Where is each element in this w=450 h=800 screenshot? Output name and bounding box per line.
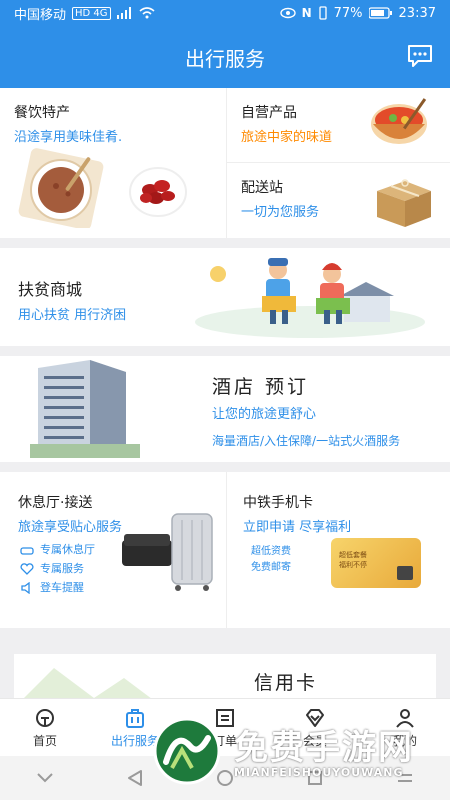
poverty-mall-card[interactable]: 扶贫商城 用心扶贫 用行济困 xyxy=(0,248,450,346)
network-label: HD 4G xyxy=(72,6,111,20)
sim-card-line: 超低套餐 xyxy=(339,551,367,559)
food-specialty-card[interactable]: 餐饮特产 沿途享用美味佳肴. xyxy=(0,88,226,238)
home-icon xyxy=(36,709,54,727)
delivery-title: 配送站 xyxy=(241,180,283,196)
watermark-text: 免费手游网 xyxy=(234,728,414,768)
sim-card-image: 超低套餐 福利不停 xyxy=(331,538,421,588)
hotel-description: 海量酒店/入住保障/一站式火酒服务 xyxy=(212,434,401,448)
eye-icon xyxy=(279,7,296,19)
nfc-icon: N xyxy=(301,6,312,20)
self-product-card[interactable]: 自营产品 旅途中家的味道 xyxy=(227,88,450,163)
jujube-image xyxy=(129,167,187,217)
credit-card-title: 信用卡 xyxy=(254,672,318,694)
phone-card-tag: 超低资费 xyxy=(251,546,291,557)
nav-home[interactable]: 首页 xyxy=(0,699,90,757)
lounge-title: 休息厅·接送 xyxy=(18,495,93,511)
sim-chip xyxy=(397,566,413,580)
hotel-building-image xyxy=(30,360,140,458)
message-icon[interactable] xyxy=(406,42,434,70)
package-box-image xyxy=(377,179,431,227)
lounge-transfer-card[interactable]: 休息厅·接送 旅途享受贴心服务 专属休息厅 专属服务 登车提醒 xyxy=(0,472,226,628)
battery-icon xyxy=(368,7,392,19)
back-icon[interactable] xyxy=(127,769,143,787)
signal-icon xyxy=(116,7,131,19)
sim-card-line: 福利不停 xyxy=(339,561,367,569)
watermark-logo xyxy=(153,717,221,785)
app-header: 中国移动 HD 4G N 77% 23:37 出行服务 xyxy=(0,0,450,88)
nav-home-label: 首页 xyxy=(32,734,57,748)
delivery-subtitle: 一切为您服务 xyxy=(241,205,320,220)
self-product-title: 自营产品 xyxy=(241,105,297,121)
farmers-illustration xyxy=(195,258,425,338)
poverty-title: 扶贫商城 xyxy=(18,280,83,299)
hotel-title: 酒店 预订 xyxy=(212,376,310,398)
page-title: 出行服务 xyxy=(185,46,265,71)
vibrate-icon xyxy=(318,6,327,20)
hotel-booking-card[interactable]: 酒店 预订 让您的旅途更舒心 海量酒店/入住保障/一站式火酒服务 xyxy=(0,356,450,462)
sofa-luggage-image xyxy=(122,513,213,591)
food-subtitle: 沿途享用美味佳肴. xyxy=(14,130,123,145)
lounge-feature-item: 专属休息厅 xyxy=(20,540,95,559)
lounge-feature-label: 登车提醒 xyxy=(40,581,84,594)
food-title: 餐饮特产 xyxy=(14,105,70,121)
carrier-label: 中国移动 xyxy=(14,7,67,23)
clock: 23:37 xyxy=(398,5,436,21)
food-section: 餐饮特产 沿途享用美味佳肴. 自营产品 旅途中家的味道 配送站 一切为您服务 xyxy=(0,88,450,238)
lounge-feature-item: 专属服务 xyxy=(20,559,95,578)
sofa-icon xyxy=(20,546,34,555)
status-bar: 中国移动 HD 4G N 77% 23:37 xyxy=(0,0,450,26)
hotel-subtitle: 让您的旅途更舒心 xyxy=(212,407,317,422)
delivery-station-card[interactable]: 配送站 一切为您服务 xyxy=(227,163,450,238)
lounge-subtitle: 旅途享受贴心服务 xyxy=(18,520,123,535)
lounge-features: 专属休息厅 专属服务 登车提醒 xyxy=(20,540,95,597)
noodle-bowl-image xyxy=(371,98,427,144)
phone-card-title: 中铁手机卡 xyxy=(243,495,313,511)
wifi-icon xyxy=(139,7,155,19)
porridge-image xyxy=(18,148,104,228)
watermark-subtext: MIANFEISHOUYOUWANG xyxy=(234,766,404,779)
phone-card-tags: 超低资费 免费邮寄 xyxy=(251,544,291,576)
phone-card-tag: 免费邮寄 xyxy=(251,562,291,573)
poverty-subtitle: 用心扶贫 用行济困 xyxy=(18,308,127,323)
lounge-feature-label: 专属服务 xyxy=(40,562,84,575)
collapse-icon[interactable] xyxy=(36,772,54,784)
site-watermark: 免费手游网 MIANFEISHOUYOUWANG xyxy=(150,700,450,800)
phone-card-card[interactable]: 中铁手机卡 立即申请 尽享福利 超低资费 免费邮寄 超低套餐 福利不停 xyxy=(226,472,450,628)
battery-percent: 77% xyxy=(333,5,363,21)
luggage-icon xyxy=(126,709,144,728)
speaker-icon xyxy=(21,581,30,594)
lounge-feature-label: 专属休息厅 xyxy=(40,543,95,556)
self-product-subtitle: 旅途中家的味道 xyxy=(241,130,333,145)
lounge-feature-item: 登车提醒 xyxy=(20,578,95,597)
heart-icon xyxy=(20,562,34,575)
phone-card-subtitle: 立即申请 尽享福利 xyxy=(243,520,352,535)
